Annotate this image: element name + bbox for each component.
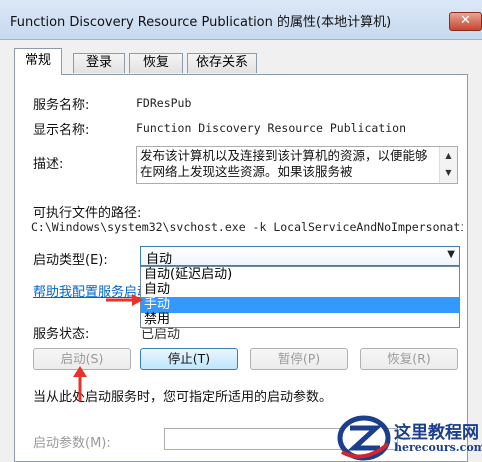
startup-type-select[interactable]: 自动 ▼ bbox=[140, 246, 460, 267]
service-name-value: FDResPub bbox=[136, 96, 192, 110]
scroll-up-icon[interactable]: ▲ bbox=[440, 147, 457, 164]
tab-logon[interactable]: 登录 bbox=[73, 53, 125, 73]
startup-type-label: 启动类型(E): bbox=[33, 253, 108, 268]
display-name-value: Function Discovery Resource Publication bbox=[136, 121, 407, 135]
description-box[interactable]: 发布该计算机以及连接到该计算机的资源，以便能够在网络上发现这些资源。如果该服务被… bbox=[136, 146, 458, 184]
description-scrollbar[interactable]: ▲ ▼ bbox=[439, 147, 457, 183]
window-title: Function Discovery Resource Publication … bbox=[10, 15, 392, 30]
description-text: 发布该计算机以及连接到该计算机的资源，以便能够在网络上发现这些资源。如果该服务被 bbox=[140, 148, 428, 179]
watermark-url: herecours.com bbox=[394, 441, 482, 454]
close-button[interactable]: ✕ bbox=[449, 12, 482, 31]
pause-button[interactable]: 暂停(P) bbox=[250, 348, 348, 370]
startup-type-dropdown: 自动(延迟启动) 自动 手动 禁用 bbox=[140, 266, 460, 328]
tab-recovery[interactable]: 恢复 bbox=[129, 53, 183, 73]
watermark-name: 这里教程网 bbox=[394, 423, 479, 443]
logo-icon bbox=[337, 415, 391, 461]
display-name-label: 显示名称: bbox=[33, 123, 90, 138]
watermark-logo: 这里教程网 herecours.com bbox=[336, 414, 482, 462]
close-icon: ✕ bbox=[460, 13, 471, 28]
annotation-arrow-right-icon bbox=[106, 294, 143, 306]
stop-button[interactable]: 停止(T) bbox=[140, 348, 238, 370]
description-label: 描述: bbox=[33, 157, 64, 172]
title-bar: Function Discovery Resource Publication … bbox=[0, 0, 482, 40]
scroll-down-icon[interactable]: ▼ bbox=[440, 164, 457, 181]
tab-dependencies[interactable]: 依存关系 bbox=[187, 53, 257, 73]
service-name-label: 服务名称: bbox=[33, 98, 90, 113]
startup-option-automatic[interactable]: 自动 bbox=[141, 282, 459, 298]
annotation-arrow-up-icon bbox=[73, 366, 87, 401]
chevron-down-icon[interactable]: ▼ bbox=[447, 249, 455, 260]
service-status-label: 服务状态: bbox=[33, 327, 90, 342]
startup-type-value: 自动 bbox=[146, 252, 173, 267]
startup-option-disabled[interactable]: 禁用 bbox=[141, 312, 459, 328]
start-params-label: 启动参数(M): bbox=[33, 436, 111, 451]
startup-option-delayed[interactable]: 自动(延迟启动) bbox=[141, 267, 459, 283]
exe-path-label: 可执行文件的路径: bbox=[33, 206, 142, 221]
resume-button[interactable]: 恢复(R) bbox=[360, 348, 458, 370]
tab-general[interactable]: 常规 bbox=[14, 48, 62, 75]
exe-path-value: C:\Windows\system32\svchost.exe -k Local… bbox=[31, 220, 463, 234]
startup-option-manual[interactable]: 手动 bbox=[141, 297, 459, 313]
